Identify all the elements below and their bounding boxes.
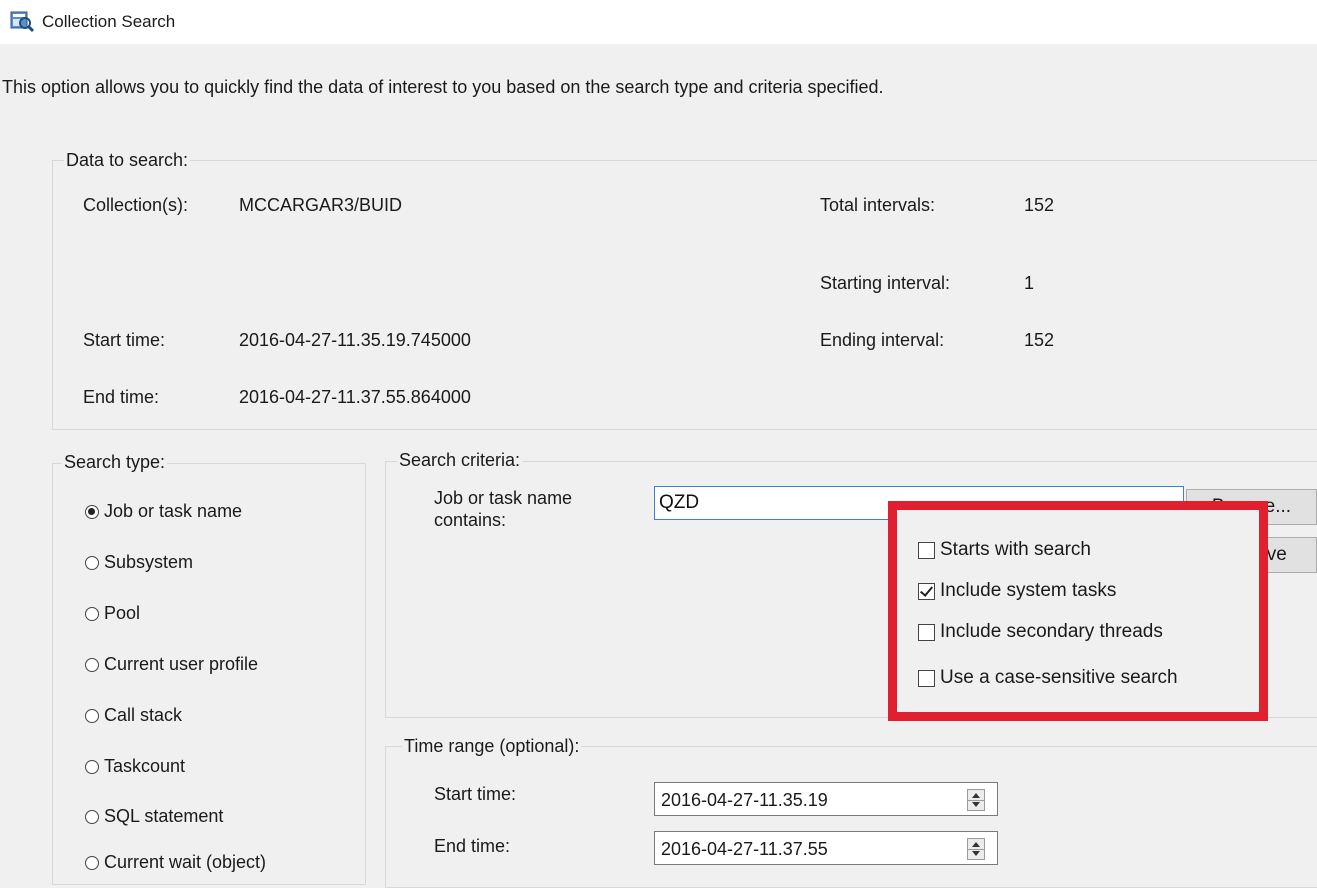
checkbox-starts-with-search[interactable]: Starts with search xyxy=(918,539,1091,561)
radio-button[interactable] xyxy=(85,504,99,519)
radio-button[interactable] xyxy=(85,657,99,672)
checkbox[interactable] xyxy=(918,669,935,687)
radio-current-user-profile[interactable]: Current user profile xyxy=(85,654,258,675)
end-time-label: End time: xyxy=(83,387,160,407)
radio-button[interactable] xyxy=(85,606,99,621)
starting-interval-value: 1 xyxy=(1024,273,1035,293)
window-title: Collection Search xyxy=(42,12,176,31)
radio-button[interactable] xyxy=(85,759,99,774)
data-to-search-label: Data to search: xyxy=(64,150,191,171)
spin-updown-icon[interactable] xyxy=(967,838,985,860)
ending-interval-label: Ending interval: xyxy=(820,330,945,350)
time-range-end-label: End time: xyxy=(434,836,511,856)
checkbox[interactable] xyxy=(918,623,935,641)
collection-search-icon xyxy=(10,11,34,33)
collections-value: MCCARGAR3/BUID xyxy=(239,195,403,215)
radio-job-or-task-name[interactable]: Job or task name xyxy=(85,501,242,522)
checkbox-include-secondary-threads[interactable]: Include secondary threads xyxy=(918,621,1163,643)
radio-taskcount[interactable]: Taskcount xyxy=(85,756,185,777)
ending-interval-value: 152 xyxy=(1024,330,1055,350)
end-time-value: 2016-04-27-11.37.55.864000 xyxy=(239,387,471,407)
radio-label: Taskcount xyxy=(104,756,186,776)
start-time-value: 2016-04-27-11.35.19.745000 xyxy=(239,330,471,350)
radio-button[interactable] xyxy=(85,855,99,870)
checkbox-include-system-tasks[interactable]: Include system tasks xyxy=(918,580,1116,602)
time-range-start-label: Start time: xyxy=(434,784,517,804)
checkbox-case-sensitive-search[interactable]: Use a case-sensitive search xyxy=(918,667,1178,689)
checkbox[interactable] xyxy=(918,582,935,600)
checkbox-label: Include system tasks xyxy=(940,580,1117,601)
description-text: This option allows you to quickly find t… xyxy=(2,77,884,97)
title-bar: Collection Search xyxy=(0,0,1317,44)
radio-pool[interactable]: Pool xyxy=(85,603,140,624)
checkbox[interactable] xyxy=(918,541,935,559)
radio-label: Pool xyxy=(104,603,141,623)
starting-interval-label: Starting interval: xyxy=(820,273,951,293)
search-criteria-label: Search criteria: xyxy=(397,450,523,471)
radio-button[interactable] xyxy=(85,809,99,824)
radio-button[interactable] xyxy=(85,555,99,570)
radio-subsystem[interactable]: Subsystem xyxy=(85,552,193,573)
end-time-spinner-value: 2016-04-27-11.37.55 xyxy=(661,839,828,859)
radio-label: Subsystem xyxy=(104,552,194,572)
job-name-field-label: Job or task name xyxy=(434,488,573,508)
job-name-field-label-contains: contains: xyxy=(434,510,507,530)
search-type-label: Search type: xyxy=(62,452,168,473)
radio-label: Current user profile xyxy=(104,654,259,674)
collections-label: Collection(s): xyxy=(83,195,189,215)
start-time-spinner[interactable]: 2016-04-27-11.35.19 xyxy=(654,782,998,816)
radio-call-stack[interactable]: Call stack xyxy=(85,705,182,726)
radio-label: Call stack xyxy=(104,705,183,725)
start-time-spinner-value: 2016-04-27-11.35.19 xyxy=(661,790,828,810)
end-time-spinner[interactable]: 2016-04-27-11.37.55 xyxy=(654,831,998,865)
time-range-label: Time range (optional): xyxy=(402,736,582,757)
radio-button[interactable] xyxy=(85,708,99,723)
start-time-label: Start time: xyxy=(83,330,166,350)
total-intervals-label: Total intervals: xyxy=(820,195,936,215)
radio-label: SQL statement xyxy=(104,806,224,826)
total-intervals-value: 152 xyxy=(1024,195,1055,215)
radio-sql-statement[interactable]: SQL statement xyxy=(85,806,223,827)
checkbox-label: Use a case-sensitive search xyxy=(940,667,1178,688)
spin-updown-icon[interactable] xyxy=(967,789,985,811)
time-range-group xyxy=(385,746,1317,888)
checkbox-label: Starts with search xyxy=(940,539,1091,560)
radio-label: Job or task name xyxy=(104,501,243,521)
highlight-fill-right xyxy=(1177,510,1259,712)
checkbox-label: Include secondary threads xyxy=(940,621,1163,642)
